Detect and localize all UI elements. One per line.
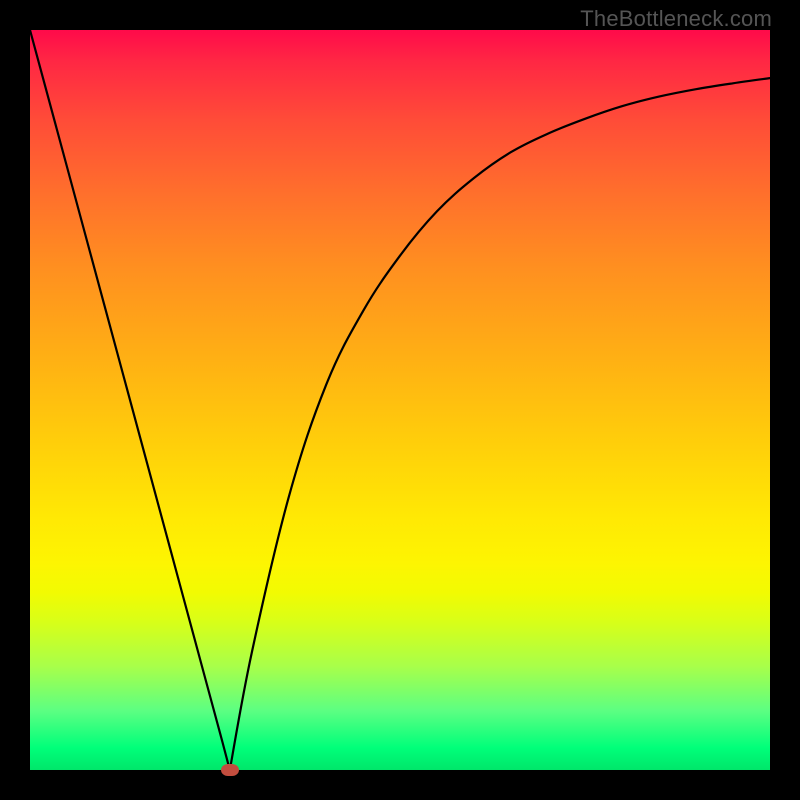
chart-frame: TheBottleneck.com xyxy=(0,0,800,800)
watermark-label: TheBottleneck.com xyxy=(580,6,772,32)
plot-area xyxy=(30,30,770,770)
minimum-marker xyxy=(221,764,239,776)
bottleneck-curve xyxy=(30,30,770,770)
